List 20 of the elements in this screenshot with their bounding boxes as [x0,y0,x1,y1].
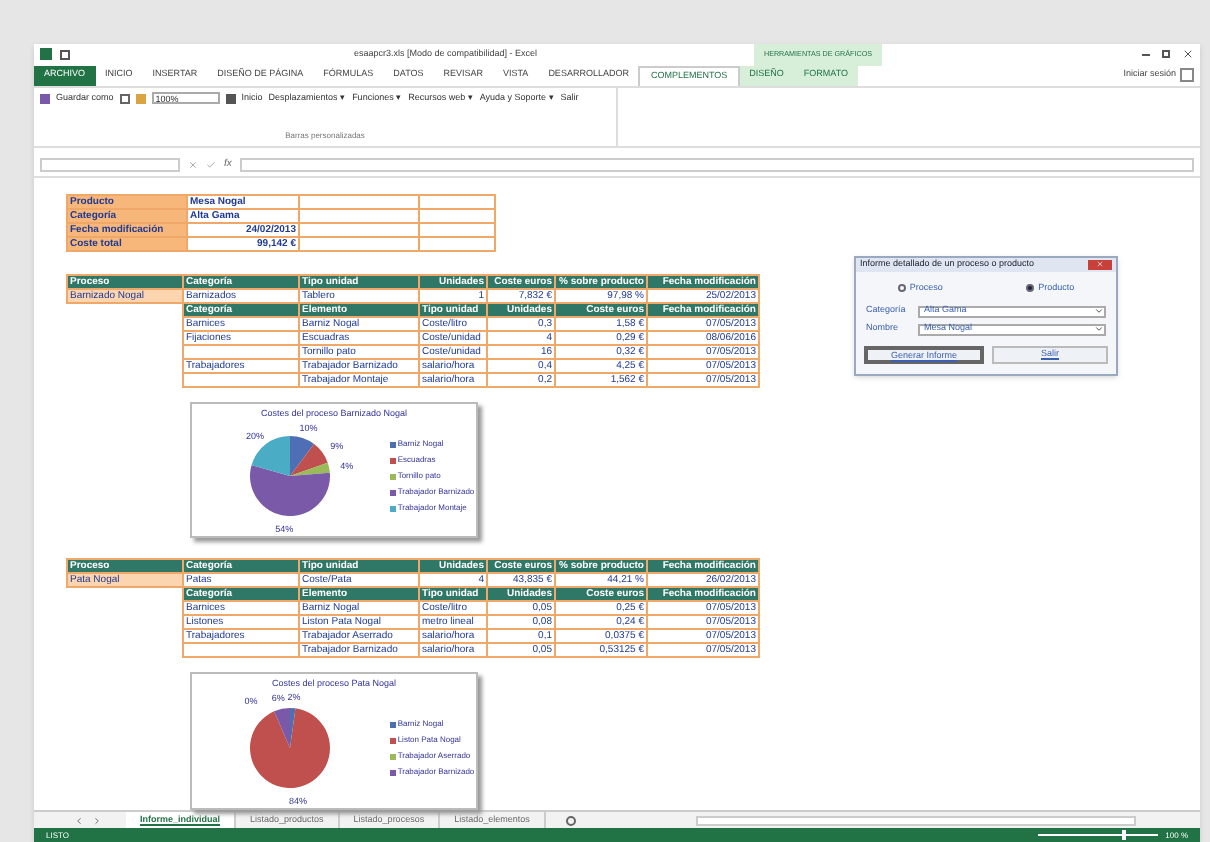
legend-marker [389,737,396,744]
legend-marker [389,457,396,464]
scroll-right-icon[interactable] [92,815,102,826]
close-button[interactable] [1088,259,1112,270]
radio-button[interactable] [897,284,906,293]
minimize-icon[interactable] [1142,53,1150,56]
horizontal-scrollbar[interactable] [695,815,1136,826]
legend-marker [389,505,396,512]
legend-marker [389,753,396,760]
add-sheet-icon[interactable] [565,815,576,826]
legend-marker [389,441,396,448]
legend-marker [389,473,396,480]
slider-thumb[interactable] [1121,830,1126,841]
maximize-icon[interactable] [1162,50,1170,59]
legend-marker [389,489,396,496]
radio-button[interactable] [1026,284,1035,293]
legend-marker [389,769,396,776]
legend-marker [389,721,396,728]
close-icon[interactable] [1182,48,1194,61]
scroll-left-icon[interactable] [74,815,84,826]
